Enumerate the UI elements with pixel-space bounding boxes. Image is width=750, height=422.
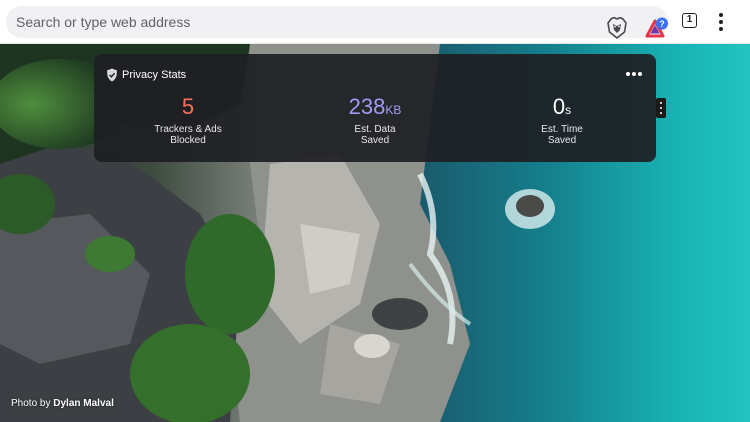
stat-trackers-number: 5 xyxy=(181,94,195,119)
photo-credit[interactable]: Photo by Dylan Malval xyxy=(11,398,114,409)
stat-trackers-value: 5 xyxy=(118,94,258,123)
stat-time-saved: 0s Est. Time Saved xyxy=(492,94,632,146)
photo-credit-prefix: Photo by xyxy=(11,398,51,409)
stat-time-label-line2: Saved xyxy=(547,135,577,146)
overflow-menu-icon[interactable] xyxy=(714,12,728,32)
stat-data-unit: KB xyxy=(385,103,402,117)
stat-data-label: Est. Data Saved xyxy=(305,124,445,146)
brave-shields-icon[interactable] xyxy=(607,16,627,39)
stat-data-label-line1: Est. Data xyxy=(354,124,396,135)
stat-time-label-line1: Est. Time xyxy=(541,124,583,135)
stat-time-label: Est. Time Saved xyxy=(492,124,632,146)
brave-rewards-icon[interactable]: ? xyxy=(645,17,669,39)
browser-toolbar: Search or type web address ? 1 xyxy=(0,0,750,44)
stat-trackers-label: Trackers & Ads Blocked xyxy=(118,124,258,146)
rewards-badge: ? xyxy=(659,19,665,29)
stat-time-number: 0 xyxy=(552,94,566,119)
privacy-stats-title: Privacy Stats xyxy=(122,69,187,81)
privacy-stats-widget: Privacy Stats 5 Trackers & Ads Blocked 2… xyxy=(94,54,656,162)
stat-data-number: 238 xyxy=(348,94,386,119)
stat-trackers: 5 Trackers & Ads Blocked xyxy=(118,94,258,146)
widget-drag-handle[interactable] xyxy=(656,98,666,118)
stat-time-unit: s xyxy=(565,103,572,117)
widget-more-options-icon[interactable] xyxy=(624,67,644,81)
stat-data-label-line2: Saved xyxy=(360,135,390,146)
address-placeholder[interactable]: Search or type web address xyxy=(16,14,190,30)
stat-data-value: 238KB xyxy=(305,94,445,123)
stat-data-saved: 238KB Est. Data Saved xyxy=(305,94,445,146)
stat-time-value: 0s xyxy=(492,94,632,123)
stat-trackers-label-line1: Trackers & Ads xyxy=(154,124,222,135)
stat-trackers-label-line2: Blocked xyxy=(170,135,206,146)
photo-credit-author[interactable]: Dylan Malval xyxy=(53,398,114,409)
address-bar[interactable]: Search or type web address ? xyxy=(6,6,669,39)
shield-check-icon xyxy=(106,68,118,82)
tab-switcher-button[interactable]: 1 xyxy=(682,13,697,28)
